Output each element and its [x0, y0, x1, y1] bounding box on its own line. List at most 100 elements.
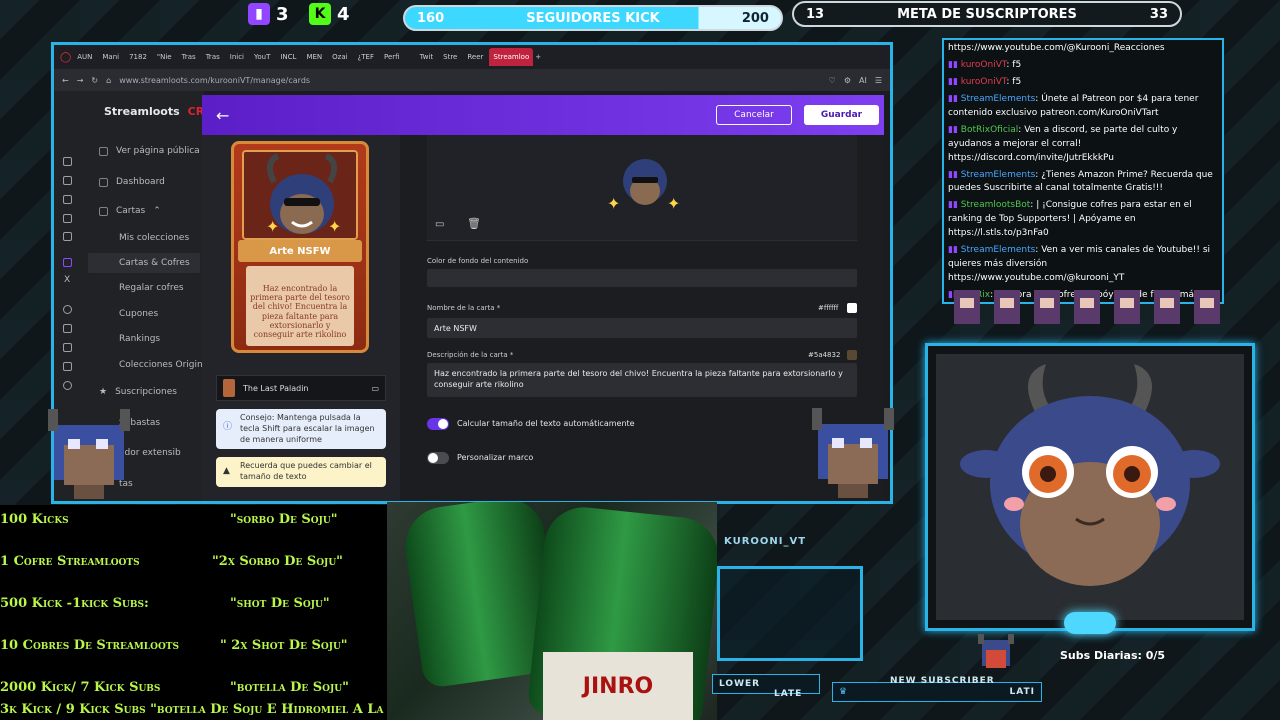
content-image-box[interactable]: ✦ ✦ ▭ 🗑 [427, 135, 857, 241]
x-rail-icon[interactable]: X [64, 275, 70, 285]
card-artwork[interactable]: ✦ ✦ [242, 150, 358, 240]
pixel-goat-right-icon [812, 408, 894, 498]
browser-tab[interactable]: Mani [98, 48, 123, 66]
url-field[interactable]: www.streamloots.com/kurooniVT/manage/car… [119, 76, 820, 85]
rail-icon-1[interactable] [63, 157, 72, 166]
chat-username[interactable]: StreamElements [961, 245, 1036, 255]
back-nav-icon[interactable]: ← [62, 76, 69, 85]
forward-nav-icon[interactable]: → [77, 76, 84, 85]
reload-icon[interactable]: ↻ [91, 76, 98, 85]
dashboard-icon [99, 177, 108, 187]
twitch-counter: ▮ 3 [248, 3, 289, 25]
sidebar-item-coupons[interactable]: Cupones [119, 309, 158, 319]
back-arrow-icon[interactable]: ← [216, 106, 229, 125]
chat-message: ▮▮ BotRixOficial: Ven a discord, se part… [948, 124, 1218, 166]
cancel-button[interactable]: Cancelar [716, 105, 792, 125]
card-description-preview: Haz encontrado la primera parte del teso… [246, 266, 354, 346]
browser-tab[interactable]: 7182 [125, 48, 151, 66]
shift-tip: ⓘ Consejo: Mantenga pulsada la tecla Shi… [216, 409, 386, 450]
browser-tab[interactable]: YouT [250, 48, 274, 66]
badge-icon: ▮▮ [948, 59, 961, 70]
new-subscriber-label: NEW SUBSCRIBER [890, 676, 995, 686]
rail-icon-8[interactable] [63, 343, 72, 352]
sidebar-item-dashboard[interactable]: Dashboard [99, 177, 165, 187]
frame-selector[interactable]: The Last Paladin ▭ [216, 375, 386, 401]
card-name-color-swatch[interactable] [847, 303, 857, 313]
sidebar-item-my-collections[interactable]: Mis colecciones [119, 233, 189, 243]
chat-username[interactable]: StreamElements [961, 170, 1036, 180]
browser-tab[interactable]: ¿TEF [354, 48, 378, 66]
sidebar-item-subscriptions[interactable]: ★ Suscripciones [99, 387, 177, 397]
audio-indicator [1064, 612, 1116, 634]
browser-tab[interactable]: Inici [226, 48, 248, 66]
rail-icon-9[interactable] [63, 362, 72, 371]
browser-tab[interactable] [406, 48, 414, 66]
rail-icon-6[interactable] [63, 305, 72, 314]
menu-icon[interactable]: ☰ [875, 76, 882, 85]
sidebar-item-rankings[interactable]: Rankings [119, 334, 160, 344]
brand-logo[interactable]: Streamloots CR [104, 105, 204, 118]
twitch-rail-icon[interactable] [63, 258, 72, 267]
sidebar-item-public-page[interactable]: Ver página pública [99, 146, 200, 156]
chat-username[interactable]: kuroOniVT [961, 60, 1007, 70]
trash-icon[interactable]: 🗑 [467, 217, 481, 230]
custom-frame-toggle[interactable] [427, 452, 449, 464]
editor-header: ← Cancelar Guardar [202, 95, 884, 135]
browser-tab[interactable]: Tras [202, 48, 224, 66]
rail-icon-7[interactable] [63, 324, 72, 333]
frame-thumbnail [223, 379, 235, 397]
card-desc-color-hex: #5a4832 [808, 351, 841, 359]
sidebar-item-cards[interactable]: Cartas ⌃ [99, 206, 161, 216]
browser-tab[interactable]: Reer [463, 48, 487, 66]
svg-text:✦: ✦ [266, 217, 279, 236]
chat-username[interactable]: kuroOniVT [961, 77, 1007, 87]
sidebar-item-cards-chests[interactable]: Cartas & Cofres [88, 253, 200, 273]
card-name-label: Nombre de la carta * [427, 304, 501, 312]
pixel-goat-left-icon [48, 409, 130, 499]
rail-icon-4[interactable] [63, 214, 72, 223]
ai-button[interactable]: AI [859, 76, 867, 85]
browser-tab[interactable]: Ozai [328, 48, 351, 66]
badge-icon: ▮▮ [948, 245, 961, 256]
card-name-input[interactable]: Arte NSFW [427, 318, 857, 338]
extensions-icon[interactable]: ⚙ [844, 76, 851, 85]
chat-username[interactable]: BotRixOficial [961, 125, 1019, 135]
browser-tab[interactable]: Twit [416, 48, 438, 66]
rule-trigger: 2000 Kick/ 7 Kick Subs [0, 680, 161, 695]
mini-goat-icon [978, 634, 1014, 668]
card-desc-color-swatch[interactable] [847, 350, 857, 360]
pixel-chibis-row-icon [954, 290, 1220, 324]
home-icon[interactable]: ⌂ [106, 76, 111, 85]
content-bg-label: Color de fondo del contenido [427, 257, 529, 265]
address-bar: ← → ↻ ⌂ www.streamloots.com/kurooniVT/ma… [54, 69, 890, 91]
new-tab-icon[interactable]: + [535, 53, 541, 61]
bookmark-icon[interactable]: ♡ [829, 76, 836, 85]
browser-tab[interactable]: Perfi [380, 48, 404, 66]
chat-text: : f5 [1006, 59, 1022, 70]
card-title-ribbon: Arte NSFW [238, 240, 362, 262]
browser-tab[interactable]: INCL [276, 48, 300, 66]
chat-username[interactable]: StreamlootsBot [961, 200, 1031, 210]
card-preview[interactable]: ✦ ✦ Arte NSFW Haz encontrado la primera … [231, 141, 369, 353]
chat-panel: https://www.youtube.com/@Kurooni_Reaccio… [942, 38, 1224, 304]
folder-open-icon[interactable]: ▭ [435, 219, 444, 230]
rail-icon-5[interactable] [63, 232, 72, 241]
card-desc-textarea[interactable]: Haz encontrado la primera parte del teso… [427, 363, 857, 397]
browser-tab[interactable]: MEN [302, 48, 326, 66]
browser-tab[interactable]: Stre [439, 48, 461, 66]
browser-tab[interactable]: AUN [73, 48, 96, 66]
content-bg-field[interactable] [427, 269, 857, 287]
browser-tab[interactable]: "Nie [153, 48, 176, 66]
folder-icon[interactable]: ▭ [371, 384, 379, 393]
rail-icon-10[interactable] [63, 381, 72, 390]
sidebar-item-gift-chests[interactable]: Regalar cofres [119, 283, 184, 293]
opera-icon[interactable]: ◯ [60, 52, 71, 63]
rail-icon-2[interactable] [63, 176, 72, 185]
rail-icon-3[interactable] [63, 195, 72, 204]
chat-username[interactable]: StreamElements [961, 94, 1036, 104]
browser-tab[interactable]: Tras [178, 48, 200, 66]
auto-text-size-toggle[interactable] [427, 418, 449, 430]
latest-follower-value: LATE [774, 689, 803, 699]
save-button[interactable]: Guardar [804, 105, 879, 125]
browser-tab[interactable]: Streamloo [489, 48, 534, 66]
